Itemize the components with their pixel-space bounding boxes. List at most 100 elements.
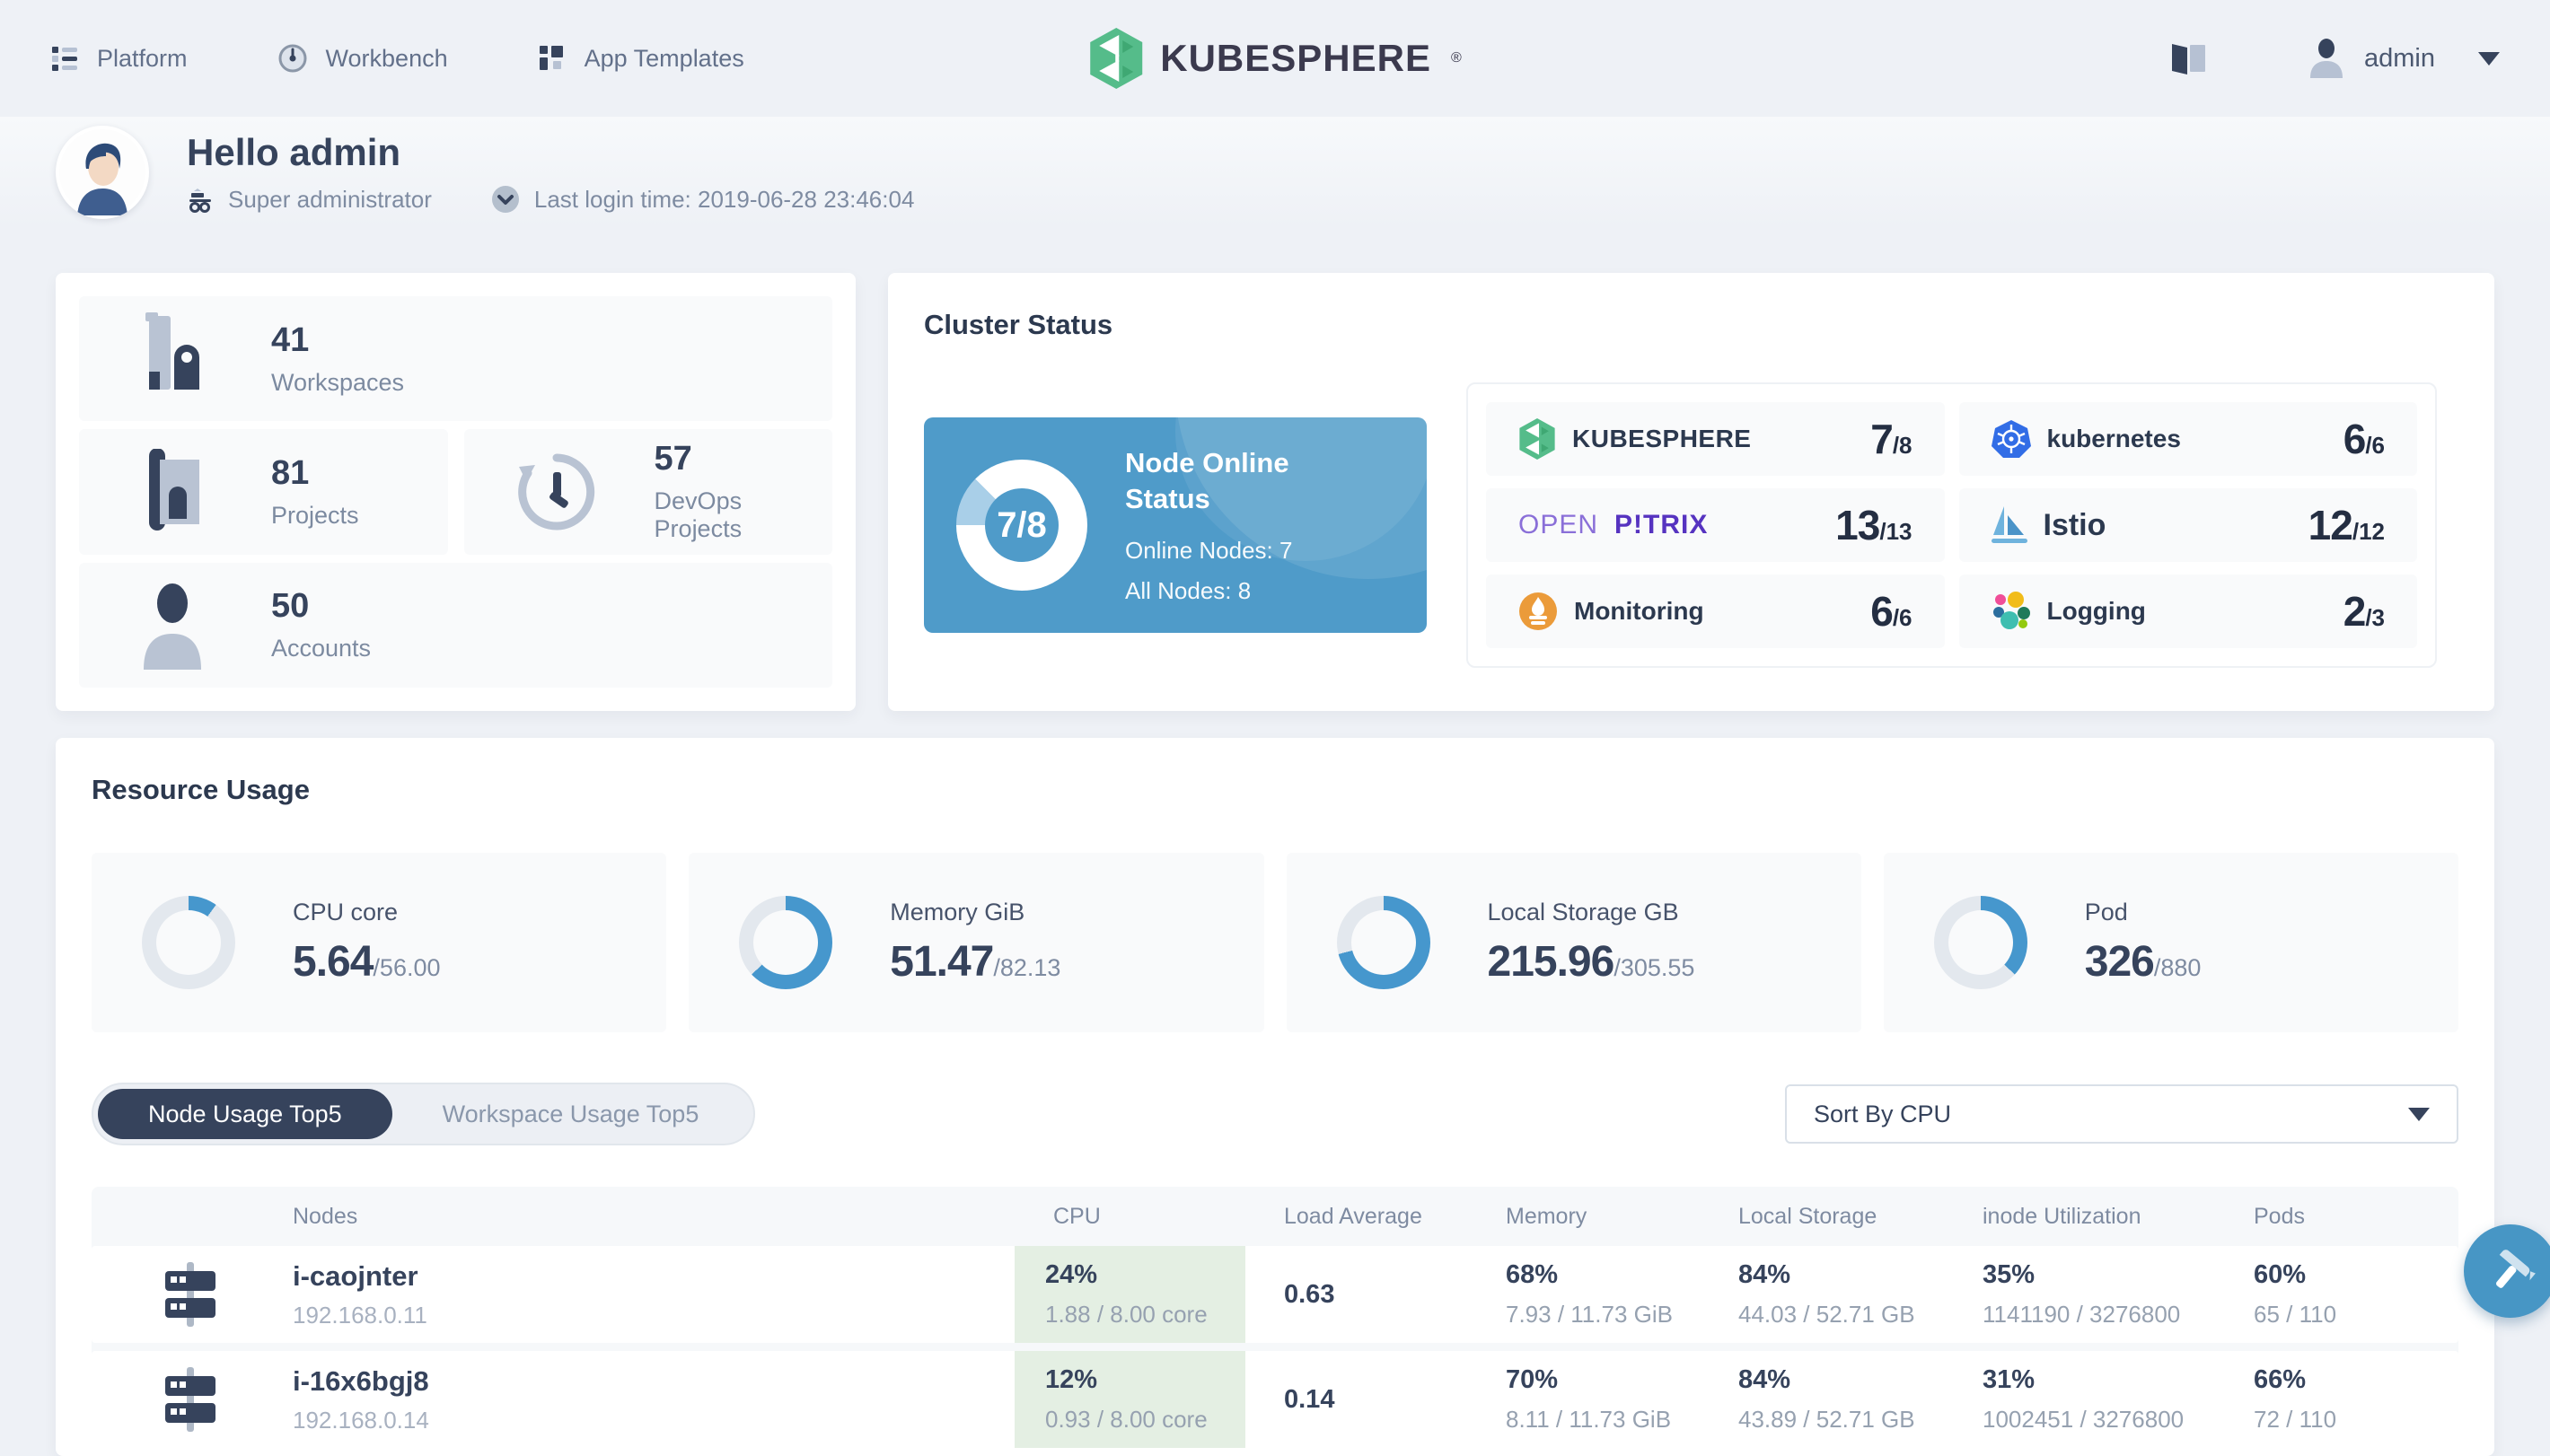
pods-total: /880 xyxy=(2153,954,2202,981)
nav-workbench[interactable]: Workbench xyxy=(277,43,448,74)
inode-percent: 35% xyxy=(1983,1260,2036,1289)
node-name: i-caojnter xyxy=(293,1259,418,1292)
accounts-person-icon xyxy=(129,580,215,671)
hammer-icon xyxy=(2485,1246,2536,1296)
pods-detail: 72 / 110 xyxy=(2254,1406,2337,1433)
pods-percent: 60% xyxy=(2254,1260,2307,1289)
kubesphere-logo[interactable]: KUBESPHERE ® xyxy=(1088,28,1462,89)
nav-app-templates[interactable]: App Templates xyxy=(538,44,744,73)
chevron-down-icon xyxy=(2478,51,2500,66)
pods-gauge-label: Pod xyxy=(2084,899,2128,925)
admin-user-menu[interactable]: admin xyxy=(2308,39,2500,78)
storage-used: 215.96 xyxy=(1487,938,1615,986)
storage-detail: 43.89 / 52.71 GB xyxy=(1738,1406,1915,1433)
cpu-detail: 1.88 / 8.00 core xyxy=(1045,1301,1208,1328)
logging-ready-count: 2 xyxy=(2343,588,2367,635)
workspaces-icon xyxy=(129,311,215,406)
logging-total-count: /3 xyxy=(2365,604,2385,631)
table-row[interactable]: i-caojnter 192.168.0.11 24% 1.88 / 8.00 … xyxy=(92,1246,2458,1343)
storage-gauge-label: Local Storage GB xyxy=(1487,899,1679,925)
memory-gauge-donut xyxy=(739,896,833,989)
istio-ready-count: 12 xyxy=(2308,502,2353,548)
storage-detail: 44.03 / 52.71 GB xyxy=(1738,1301,1915,1328)
service-logging: Logging 2 /3 xyxy=(1958,575,2417,648)
kubernetes-total-count: /6 xyxy=(2365,432,2385,459)
col-header-nodes: Nodes xyxy=(293,1203,358,1229)
stat-accounts[interactable]: 50 Accounts xyxy=(79,562,832,688)
service-kubesphere-label: KUBESPHERE xyxy=(1572,425,1752,452)
gauge-local-storage: Local Storage GB 215.96 /305.55 xyxy=(1286,853,1861,1032)
cpu-percent: 24% xyxy=(1045,1260,1098,1289)
cpu-percent: 12% xyxy=(1045,1365,1098,1394)
istio-total-count: /12 xyxy=(2352,518,2385,545)
pods-used: 326 xyxy=(2084,938,2155,986)
istio-sail-icon xyxy=(1991,504,2027,546)
server-node-icon xyxy=(162,1367,219,1432)
load-average-value: 0.14 xyxy=(1284,1384,1335,1414)
table-header-row: Nodes CPU Load Average Memory Local Stor… xyxy=(92,1187,2458,1246)
greeting-banner: Hello admin Super administrator Last log… xyxy=(0,117,2550,228)
stat-devops-projects[interactable]: 57 DevOps Projects xyxy=(463,429,832,555)
storage-percent: 84% xyxy=(1738,1260,1791,1289)
stat-projects[interactable]: 81 Projects xyxy=(79,429,448,555)
inode-detail: 1141190 / 3276800 xyxy=(1983,1301,2181,1328)
col-header-load-average: Load Average xyxy=(1284,1203,1422,1229)
kubernetes-ready-count: 6 xyxy=(2343,416,2367,462)
kubernetes-helm-icon xyxy=(1991,419,2031,459)
storage-total: /305.55 xyxy=(1614,954,1695,981)
docs-book-icon[interactable] xyxy=(2168,40,2210,76)
service-kubernetes: kubernetes 6 /6 xyxy=(1958,402,2417,476)
service-logging-label: Logging xyxy=(2046,597,2146,625)
dropdown-caret-icon xyxy=(2408,1107,2430,1121)
monitoring-total-count: /6 xyxy=(1892,604,1912,631)
projects-count: 81 xyxy=(271,453,310,492)
col-header-memory: Memory xyxy=(1506,1203,1587,1229)
workspaces-count: 41 xyxy=(271,320,310,359)
admin-username: admin xyxy=(2364,43,2435,73)
col-header-cpu: CPU xyxy=(1053,1203,1101,1229)
col-header-pods: Pods xyxy=(2254,1203,2305,1229)
nav-platform[interactable]: Platform xyxy=(50,44,188,73)
cluster-services-panel: KUBESPHERE 7 /8 kubernetes 6 /6 OPEN P!T… xyxy=(1466,382,2437,668)
service-kubernetes-label: kubernetes xyxy=(2046,425,2181,452)
node-ip: 192.168.0.11 xyxy=(293,1301,427,1329)
tab-node-usage-top5[interactable]: Node Usage Top5 xyxy=(98,1089,392,1139)
memory-gauge-label: Memory GiB xyxy=(890,899,1025,925)
cpu-used: 5.64 xyxy=(293,938,374,986)
role-badge-icon xyxy=(187,186,214,213)
service-monitoring-label: Monitoring xyxy=(1574,597,1704,625)
kubesphere-total-count: /8 xyxy=(1892,432,1912,459)
service-openpitrix: OPEN P!TRIX 13 /13 xyxy=(1486,488,1945,562)
sort-by-dropdown[interactable]: Sort By CPU xyxy=(1785,1084,2458,1144)
resource-usage-card: Resource Usage CPU core 5.64 /56.00 Memo… xyxy=(56,738,2494,1456)
node-online-donut: 7/8 xyxy=(956,460,1087,591)
memory-percent: 68% xyxy=(1506,1260,1559,1289)
cluster-status-card: Cluster Status 7/8 Node Online Status On… xyxy=(888,273,2494,711)
prometheus-icon xyxy=(1518,592,1558,631)
kubesphere-service-icon xyxy=(1518,418,1556,460)
devops-count: 57 xyxy=(654,440,692,478)
platform-stats-card: 41 Workspaces 81 Projects 57 DevOps Proj… xyxy=(56,273,856,711)
pods-percent: 66% xyxy=(2254,1365,2307,1394)
tab-workspace-usage-top5[interactable]: Workspace Usage Top5 xyxy=(392,1089,750,1139)
toolbox-fab-button[interactable] xyxy=(2464,1224,2550,1318)
node-online-title: Node Online Status xyxy=(1125,446,1289,514)
gauge-cpu: CPU core 5.64 /56.00 xyxy=(92,853,667,1032)
memory-percent: 70% xyxy=(1506,1365,1559,1394)
storage-gauge-donut xyxy=(1336,896,1430,989)
stat-workspaces[interactable]: 41 Workspaces xyxy=(79,296,832,422)
nav-app-templates-label: App Templates xyxy=(584,44,744,72)
user-icon xyxy=(2308,39,2344,78)
accounts-count: 50 xyxy=(271,587,310,626)
sort-by-value: Sort By CPU xyxy=(1814,1100,1952,1127)
pods-detail: 65 / 110 xyxy=(2254,1301,2337,1328)
openpitrix-total-count: /13 xyxy=(1879,518,1912,545)
load-average-value: 0.63 xyxy=(1284,1279,1335,1309)
node-usage-table: Nodes CPU Load Average Memory Local Stor… xyxy=(92,1187,2458,1448)
gauge-pods: Pod 326 /880 xyxy=(1883,853,2458,1032)
memory-detail: 7.93 / 11.73 GiB xyxy=(1506,1301,1673,1328)
node-online-status-tile: 7/8 Node Online Status Online Nodes: 7 A… xyxy=(924,417,1427,633)
col-header-inode: inode Utilization xyxy=(1983,1203,2141,1229)
table-row[interactable]: i-16x6bgj8 192.168.0.14 12% 0.93 / 8.00 … xyxy=(92,1351,2458,1448)
projects-icon xyxy=(129,448,215,535)
